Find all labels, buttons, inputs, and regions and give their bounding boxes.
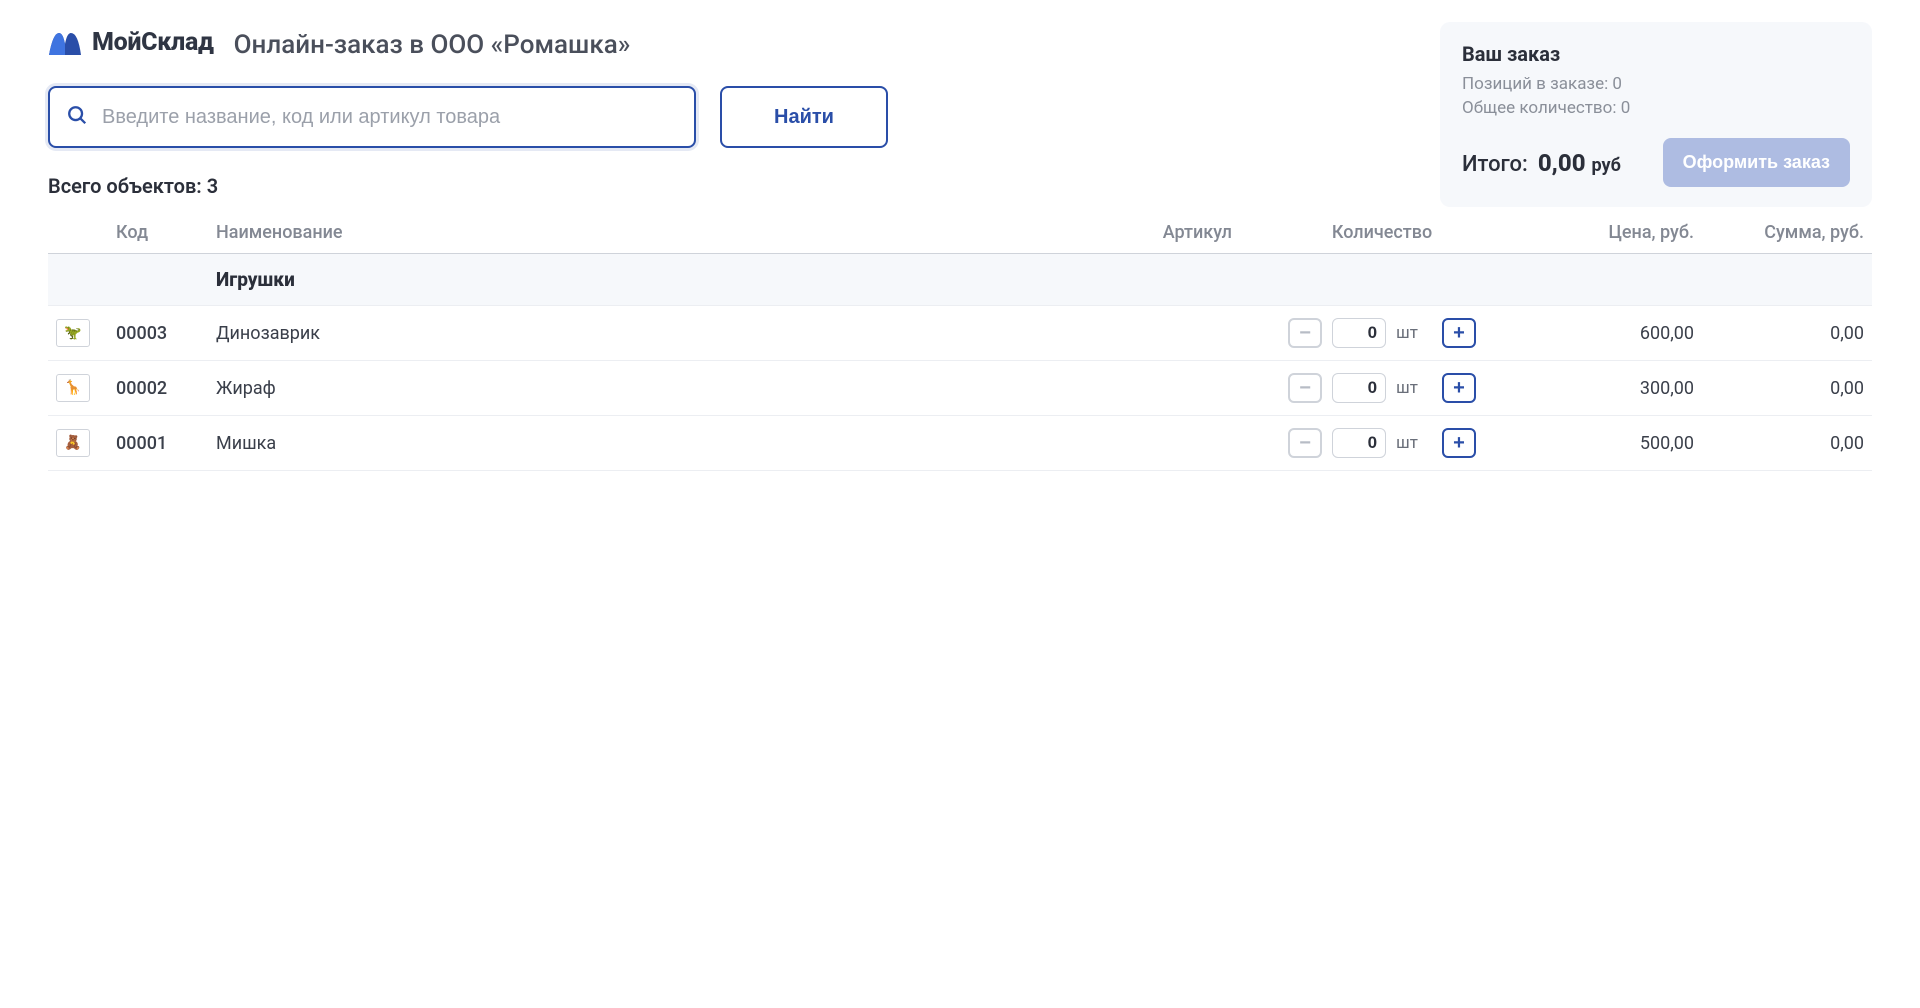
category-row[interactable]: Игрушки (48, 254, 1872, 306)
order-total-qty: Общее количество: 0 (1462, 98, 1850, 118)
order-positions: Позиций в заказе: 0 (1462, 74, 1850, 94)
product-price: 600,00 (1492, 306, 1702, 361)
col-name: Наименование (208, 212, 1102, 254)
qty-input[interactable] (1332, 373, 1386, 403)
products-table: Код Наименование Артикул Количество Цена… (48, 212, 1872, 471)
qty-unit: шт (1396, 323, 1418, 343)
col-qty: Количество (1272, 212, 1492, 254)
product-code: 00001 (108, 416, 208, 471)
product-sum: 0,00 (1702, 416, 1872, 471)
qty-unit: шт (1396, 433, 1418, 453)
logo-text: МойСклад (92, 28, 214, 57)
product-price: 300,00 (1492, 361, 1702, 416)
logo-icon (48, 30, 82, 56)
page-title: Онлайн-заказ в ООО «Ромашка» (234, 30, 631, 60)
product-name: Динозаврик (208, 306, 1102, 361)
qty-unit: шт (1396, 378, 1418, 398)
table-row: 🦖 00003Динозаврик − шт +600,000,00 (48, 306, 1872, 361)
qty-plus-button[interactable]: + (1442, 318, 1476, 348)
product-article (1102, 361, 1272, 416)
order-title: Ваш заказ (1462, 42, 1850, 66)
qty-minus-button[interactable]: − (1288, 373, 1322, 403)
product-name: Жираф (208, 361, 1102, 416)
logo: МойСклад (48, 28, 214, 57)
product-name: Мишка (208, 416, 1102, 471)
product-thumb: 🦖 (56, 319, 90, 347)
product-price: 500,00 (1492, 416, 1702, 471)
product-thumb: 🦒 (56, 374, 90, 402)
search-input[interactable] (48, 86, 696, 148)
product-thumb: 🧸 (56, 429, 90, 457)
search-icon (66, 104, 88, 130)
col-price: Цена, руб. (1492, 212, 1702, 254)
qty-plus-button[interactable]: + (1442, 373, 1476, 403)
checkout-button[interactable]: Оформить заказ (1663, 138, 1850, 187)
qty-minus-button[interactable]: − (1288, 428, 1322, 458)
qty-input[interactable] (1332, 318, 1386, 348)
qty-plus-button[interactable]: + (1442, 428, 1476, 458)
order-total: Итого: 0,00 руб (1462, 149, 1621, 177)
col-code: Код (108, 212, 208, 254)
col-article: Артикул (1102, 212, 1272, 254)
table-row: 🦒 00002Жираф − шт +300,000,00 (48, 361, 1872, 416)
order-summary: Ваш заказ Позиций в заказе: 0 Общее коли… (1440, 22, 1872, 207)
product-sum: 0,00 (1702, 306, 1872, 361)
col-sum: Сумма, руб. (1702, 212, 1872, 254)
table-row: 🧸 00001Мишка − шт +500,000,00 (48, 416, 1872, 471)
product-article (1102, 416, 1272, 471)
qty-input[interactable] (1332, 428, 1386, 458)
find-button[interactable]: Найти (720, 86, 888, 148)
qty-minus-button[interactable]: − (1288, 318, 1322, 348)
product-code: 00003 (108, 306, 208, 361)
product-article (1102, 306, 1272, 361)
product-code: 00002 (108, 361, 208, 416)
product-sum: 0,00 (1702, 361, 1872, 416)
